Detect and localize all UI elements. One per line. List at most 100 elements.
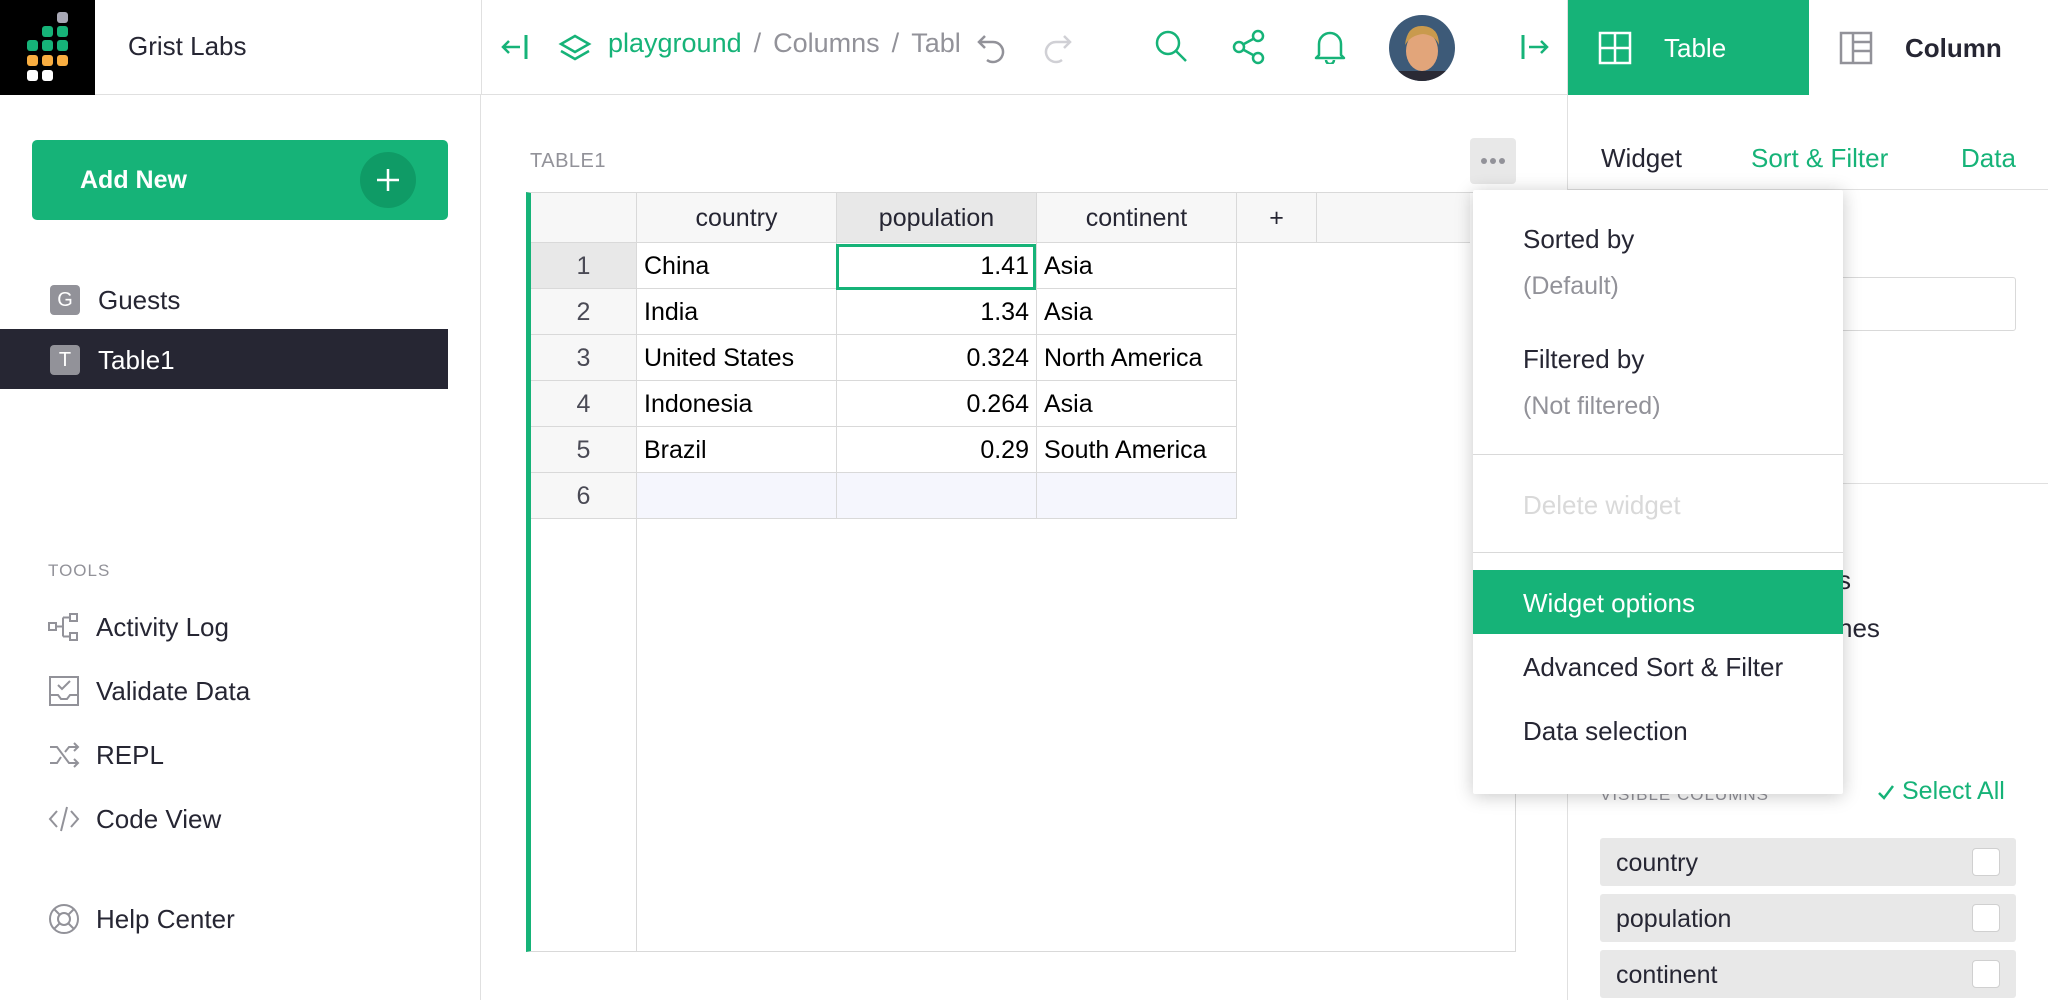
table-cell[interactable]: Brazil — [637, 427, 837, 473]
sorted-by-value: (Default) — [1523, 272, 1619, 300]
plus-icon — [360, 152, 416, 208]
select-all-label: Select All — [1902, 777, 2005, 805]
new-row-cell[interactable] — [1037, 473, 1237, 519]
top-bar: Grist Labs playground / Columns / Tabl T… — [0, 0, 2048, 95]
add-new-button[interactable]: Add New — [32, 140, 448, 220]
visible-column-label: country — [1616, 849, 1698, 877]
row-number[interactable]: 5 — [531, 427, 637, 473]
table-cell[interactable]: Asia — [1037, 289, 1237, 335]
column-icon — [1839, 31, 1873, 65]
table-cell[interactable]: 1.34 — [837, 289, 1037, 335]
header-filler — [1317, 193, 1470, 243]
left-panel: Add New G Guests T Table1 TOOLS Activity… — [0, 95, 481, 1000]
breadcrumb-workspace[interactable]: playground — [608, 28, 742, 58]
visible-column-label: population — [1616, 905, 1732, 933]
menu-item-advanced-sort-filter[interactable]: Advanced Sort & Filter — [1473, 634, 1843, 698]
menu-item-label: Widget options — [1523, 588, 1695, 618]
share-icon[interactable] — [1232, 29, 1266, 65]
table-cell[interactable]: United States — [637, 335, 837, 381]
breadcrumb-page[interactable]: Tabl — [911, 28, 960, 58]
column-header[interactable]: country — [637, 193, 837, 243]
undo-icon[interactable] — [975, 30, 1009, 64]
row-number[interactable]: 2 — [531, 289, 637, 335]
partial-option-text: nes — [1838, 613, 1880, 643]
visible-column-row[interactable]: country — [1600, 838, 2016, 886]
table-cell[interactable]: 0.29 — [837, 427, 1037, 473]
tool-repl[interactable]: REPL — [0, 725, 448, 781]
table-cell[interactable]: South America — [1037, 427, 1237, 473]
tab-column-label: Column — [1905, 33, 2002, 63]
select-all-button[interactable]: Select All — [1876, 777, 2005, 806]
table-icon — [1598, 31, 1632, 65]
menu-item-label: Delete widget — [1523, 490, 1681, 520]
visible-column-row[interactable]: population — [1600, 894, 2016, 942]
avatar[interactable] — [1389, 15, 1455, 81]
tool-activity-log[interactable]: Activity Log — [0, 597, 448, 653]
subtab-data[interactable]: Data — [1961, 143, 2016, 174]
menu-item-data-selection[interactable]: Data selection — [1473, 698, 1843, 762]
right-panel-tabs: Table Column — [1567, 0, 2048, 95]
help-center-label: Help Center — [96, 904, 235, 934]
tool-validate-data[interactable]: Validate Data — [0, 661, 448, 717]
row-number[interactable]: 1 — [531, 243, 637, 289]
table-cell[interactable]: Asia — [1037, 381, 1237, 427]
column-checkbox[interactable] — [1972, 904, 2000, 932]
breadcrumb-document[interactable]: Columns — [773, 28, 880, 58]
table-cell[interactable]: China — [637, 243, 837, 289]
lifebuoy-icon — [48, 903, 80, 935]
validate-data-icon — [48, 675, 80, 707]
column-header[interactable]: continent — [1037, 193, 1237, 243]
tab-table[interactable]: Table — [1568, 0, 1809, 95]
table-cell[interactable]: Asia — [1037, 243, 1237, 289]
org-name[interactable]: Grist Labs — [128, 31, 247, 62]
row-number[interactable]: 3 — [531, 335, 637, 381]
page-item-table1[interactable]: T Table1 — [0, 329, 448, 389]
grist-logo[interactable] — [0, 0, 95, 95]
menu-item-delete-widget: Delete widget — [1473, 472, 1843, 536]
help-center-link[interactable]: Help Center — [0, 889, 448, 945]
row-number[interactable]: 6 — [531, 473, 637, 519]
table-cell[interactable]: 0.324 — [837, 335, 1037, 381]
grid-corner[interactable] — [531, 193, 637, 243]
filtered-by-label: Filtered by — [1523, 344, 1645, 374]
table-cell[interactable]: 0.264 — [837, 381, 1037, 427]
search-icon[interactable] — [1153, 28, 1189, 64]
page-label: Table1 — [98, 345, 175, 375]
column-checkbox[interactable] — [1972, 960, 2000, 988]
column-checkbox[interactable] — [1972, 848, 2000, 876]
widget-title[interactable]: TABLE1 — [530, 150, 606, 173]
page-label: Guests — [98, 285, 181, 315]
check-icon — [1876, 782, 1896, 802]
collapse-right-panel-icon[interactable] — [1520, 33, 1550, 61]
menu-divider — [1473, 454, 1843, 455]
subtab-sort-filter[interactable]: Sort & Filter — [1751, 143, 1888, 174]
menu-divider — [1473, 552, 1843, 553]
tool-code-view[interactable]: Code View — [0, 789, 448, 845]
table-cell[interactable]: India — [637, 289, 837, 335]
menu-item-label: Advanced Sort & Filter — [1523, 652, 1784, 682]
tool-label: Code View — [96, 804, 222, 834]
divider — [481, 0, 482, 95]
collapse-left-panel-icon[interactable] — [500, 32, 528, 62]
tab-column[interactable]: Column — [1809, 0, 2048, 95]
widget-dropdown-menu: Sorted by (Default) Filtered by (Not fil… — [1473, 190, 1843, 794]
row-number[interactable]: 4 — [531, 381, 637, 427]
table-cell[interactable]: North America — [1037, 335, 1237, 381]
menu-item-widget-options[interactable]: Widget options — [1473, 570, 1843, 634]
subtab-widget[interactable]: Widget — [1601, 143, 1682, 174]
widget-menu-button[interactable] — [1470, 138, 1516, 184]
add-column-button[interactable]: + — [1237, 193, 1317, 243]
new-row-cell[interactable] — [637, 473, 837, 519]
code-view-icon — [48, 803, 80, 835]
breadcrumb-separator: / — [891, 28, 900, 58]
column-header[interactable]: population — [837, 193, 1037, 243]
visible-column-row[interactable]: continent — [1600, 950, 2016, 998]
page-item-guests[interactable]: G Guests — [0, 269, 448, 329]
tab-table-label: Table — [1664, 33, 1727, 63]
bell-icon[interactable] — [1313, 28, 1347, 64]
tool-label: REPL — [96, 740, 164, 770]
new-row-cell[interactable] — [837, 473, 1037, 519]
tool-label: Activity Log — [96, 612, 229, 642]
redo-icon[interactable] — [1040, 30, 1074, 64]
table-cell[interactable]: Indonesia — [637, 381, 837, 427]
